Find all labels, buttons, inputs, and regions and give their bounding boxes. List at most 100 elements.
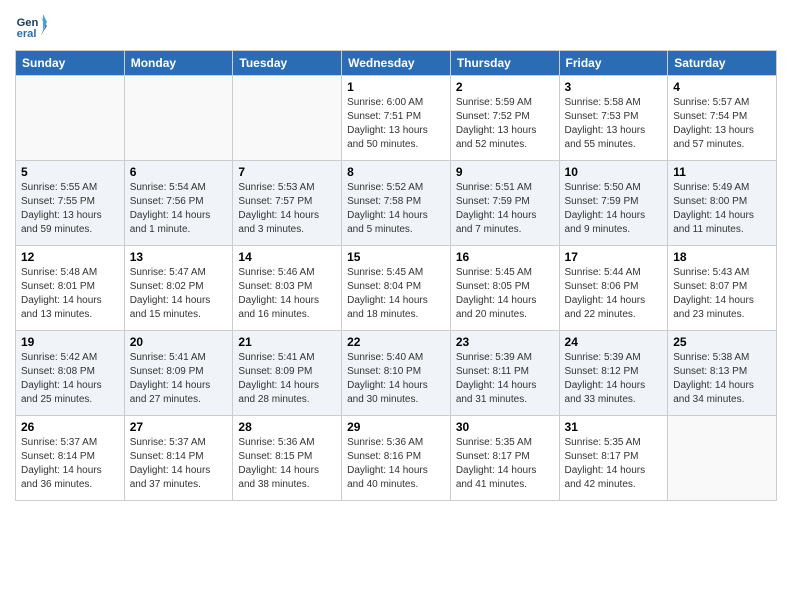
svg-text:Gen: Gen bbox=[17, 17, 39, 29]
calendar-cell bbox=[124, 76, 233, 161]
day-number: 23 bbox=[456, 335, 554, 349]
column-header-tuesday: Tuesday bbox=[233, 51, 342, 76]
day-info: Sunrise: 5:41 AM Sunset: 8:09 PM Dayligh… bbox=[130, 351, 228, 407]
day-info: Sunrise: 5:38 AM Sunset: 8:13 PM Dayligh… bbox=[673, 351, 771, 407]
day-info: Sunrise: 5:36 AM Sunset: 8:16 PM Dayligh… bbox=[347, 436, 445, 492]
calendar-cell: 26Sunrise: 5:37 AM Sunset: 8:14 PM Dayli… bbox=[16, 416, 125, 501]
day-number: 9 bbox=[456, 165, 554, 179]
day-number: 31 bbox=[565, 420, 663, 434]
day-number: 18 bbox=[673, 250, 771, 264]
calendar-cell: 5Sunrise: 5:55 AM Sunset: 7:55 PM Daylig… bbox=[16, 161, 125, 246]
day-number: 29 bbox=[347, 420, 445, 434]
day-info: Sunrise: 5:45 AM Sunset: 8:04 PM Dayligh… bbox=[347, 266, 445, 322]
day-info: Sunrise: 5:35 AM Sunset: 8:17 PM Dayligh… bbox=[456, 436, 554, 492]
calendar-week-2: 5Sunrise: 5:55 AM Sunset: 7:55 PM Daylig… bbox=[16, 161, 777, 246]
calendar-cell: 21 Sunrise: 5:41 AM Sunset: 8:09 PM Dayli… bbox=[233, 331, 342, 416]
calendar-cell: 8 Sunrise: 5:52 AM Sunset: 7:58 PM Daylig… bbox=[342, 161, 451, 246]
day-info: Sunrise: 5:39 AM Sunset: 8:12 PM Dayligh… bbox=[565, 351, 663, 407]
calendar-cell: 29 Sunrise: 5:36 AM Sunset: 8:16 PM Dayli… bbox=[342, 416, 451, 501]
day-info: Sunrise: 5:43 AM Sunset: 8:07 PM Dayligh… bbox=[673, 266, 771, 322]
calendar-cell: 12Sunrise: 5:48 AM Sunset: 8:01 PM Dayli… bbox=[16, 246, 125, 331]
calendar-cell: 2 Sunrise: 5:59 AM Sunset: 7:52 PM Daylig… bbox=[450, 76, 559, 161]
calendar-cell bbox=[233, 76, 342, 161]
day-info: Sunrise: 5:40 AM Sunset: 8:10 PM Dayligh… bbox=[347, 351, 445, 407]
day-number: 5 bbox=[21, 165, 119, 179]
day-number: 25 bbox=[673, 335, 771, 349]
day-number: 16 bbox=[456, 250, 554, 264]
calendar-cell: 10Sunrise: 5:50 AM Sunset: 7:59 PM Dayli… bbox=[559, 161, 668, 246]
calendar-cell: 11Sunrise: 5:49 AM Sunset: 8:00 PM Dayli… bbox=[668, 161, 777, 246]
calendar-cell: 1 Sunrise: 6:00 AM Sunset: 7:51 PM Daylig… bbox=[342, 76, 451, 161]
calendar-cell: 6 Sunrise: 5:54 AM Sunset: 7:56 PM Daylig… bbox=[124, 161, 233, 246]
calendar-cell: 13 Sunrise: 5:47 AM Sunset: 8:02 PM Dayli… bbox=[124, 246, 233, 331]
calendar-cell: 25 Sunrise: 5:38 AM Sunset: 8:13 PM Dayli… bbox=[668, 331, 777, 416]
calendar-cell: 17Sunrise: 5:44 AM Sunset: 8:06 PM Dayli… bbox=[559, 246, 668, 331]
calendar-week-4: 19Sunrise: 5:42 AM Sunset: 8:08 PM Dayli… bbox=[16, 331, 777, 416]
day-number: 1 bbox=[347, 80, 445, 94]
calendar-cell: 7Sunrise: 5:53 AM Sunset: 7:57 PM Daylig… bbox=[233, 161, 342, 246]
day-info: Sunrise: 5:54 AM Sunset: 7:56 PM Dayligh… bbox=[130, 181, 228, 237]
logo-icon: Gen eral bbox=[15, 10, 47, 42]
day-number: 21 bbox=[238, 335, 336, 349]
day-info: Sunrise: 5:57 AM Sunset: 7:54 PM Dayligh… bbox=[673, 96, 771, 152]
day-info: Sunrise: 5:42 AM Sunset: 8:08 PM Dayligh… bbox=[21, 351, 119, 407]
day-info: Sunrise: 5:58 AM Sunset: 7:53 PM Dayligh… bbox=[565, 96, 663, 152]
column-header-wednesday: Wednesday bbox=[342, 51, 451, 76]
calendar-cell: 18 Sunrise: 5:43 AM Sunset: 8:07 PM Dayli… bbox=[668, 246, 777, 331]
column-header-saturday: Saturday bbox=[668, 51, 777, 76]
day-number: 27 bbox=[130, 420, 228, 434]
calendar-week-3: 12Sunrise: 5:48 AM Sunset: 8:01 PM Dayli… bbox=[16, 246, 777, 331]
calendar-cell: 23 Sunrise: 5:39 AM Sunset: 8:11 PM Dayli… bbox=[450, 331, 559, 416]
calendar-cell: 15 Sunrise: 5:45 AM Sunset: 8:04 PM Dayli… bbox=[342, 246, 451, 331]
calendar: SundayMondayTuesdayWednesdayThursdayFrid… bbox=[15, 50, 777, 501]
day-info: Sunrise: 5:37 AM Sunset: 8:14 PM Dayligh… bbox=[21, 436, 119, 492]
day-number: 12 bbox=[21, 250, 119, 264]
day-info: Sunrise: 5:53 AM Sunset: 7:57 PM Dayligh… bbox=[238, 181, 336, 237]
day-number: 30 bbox=[456, 420, 554, 434]
calendar-cell: 31 Sunrise: 5:35 AM Sunset: 8:17 PM Dayli… bbox=[559, 416, 668, 501]
day-number: 11 bbox=[673, 165, 771, 179]
calendar-cell: 30 Sunrise: 5:35 AM Sunset: 8:17 PM Dayli… bbox=[450, 416, 559, 501]
calendar-cell: 4 Sunrise: 5:57 AM Sunset: 7:54 PM Daylig… bbox=[668, 76, 777, 161]
day-info: Sunrise: 5:52 AM Sunset: 7:58 PM Dayligh… bbox=[347, 181, 445, 237]
calendar-cell: 24 Sunrise: 5:39 AM Sunset: 8:12 PM Dayli… bbox=[559, 331, 668, 416]
day-info: Sunrise: 5:46 AM Sunset: 8:03 PM Dayligh… bbox=[238, 266, 336, 322]
day-info: Sunrise: 5:45 AM Sunset: 8:05 PM Dayligh… bbox=[456, 266, 554, 322]
day-number: 4 bbox=[673, 80, 771, 94]
day-number: 13 bbox=[130, 250, 228, 264]
header: Gen eral bbox=[15, 10, 777, 42]
day-number: 3 bbox=[565, 80, 663, 94]
day-number: 15 bbox=[347, 250, 445, 264]
calendar-cell: 27 Sunrise: 5:37 AM Sunset: 8:14 PM Dayli… bbox=[124, 416, 233, 501]
day-info: Sunrise: 5:35 AM Sunset: 8:17 PM Dayligh… bbox=[565, 436, 663, 492]
calendar-cell bbox=[668, 416, 777, 501]
day-number: 8 bbox=[347, 165, 445, 179]
day-info: Sunrise: 5:41 AM Sunset: 8:09 PM Dayligh… bbox=[238, 351, 336, 407]
calendar-cell: 22Sunrise: 5:40 AM Sunset: 8:10 PM Dayli… bbox=[342, 331, 451, 416]
column-header-thursday: Thursday bbox=[450, 51, 559, 76]
calendar-week-1: 1 Sunrise: 6:00 AM Sunset: 7:51 PM Daylig… bbox=[16, 76, 777, 161]
calendar-cell: 16 Sunrise: 5:45 AM Sunset: 8:05 PM Dayli… bbox=[450, 246, 559, 331]
day-number: 2 bbox=[456, 80, 554, 94]
day-info: Sunrise: 6:00 AM Sunset: 7:51 PM Dayligh… bbox=[347, 96, 445, 152]
day-number: 10 bbox=[565, 165, 663, 179]
day-info: Sunrise: 5:59 AM Sunset: 7:52 PM Dayligh… bbox=[456, 96, 554, 152]
day-info: Sunrise: 5:44 AM Sunset: 8:06 PM Dayligh… bbox=[565, 266, 663, 322]
day-number: 20 bbox=[130, 335, 228, 349]
day-info: Sunrise: 5:39 AM Sunset: 8:11 PM Dayligh… bbox=[456, 351, 554, 407]
day-number: 24 bbox=[565, 335, 663, 349]
svg-text:eral: eral bbox=[17, 28, 37, 40]
day-info: Sunrise: 5:47 AM Sunset: 8:02 PM Dayligh… bbox=[130, 266, 228, 322]
calendar-header-row: SundayMondayTuesdayWednesdayThursdayFrid… bbox=[16, 51, 777, 76]
day-info: Sunrise: 5:37 AM Sunset: 8:14 PM Dayligh… bbox=[130, 436, 228, 492]
calendar-cell: 3 Sunrise: 5:58 AM Sunset: 7:53 PM Daylig… bbox=[559, 76, 668, 161]
day-info: Sunrise: 5:36 AM Sunset: 8:15 PM Dayligh… bbox=[238, 436, 336, 492]
calendar-cell bbox=[16, 76, 125, 161]
logo: Gen eral bbox=[15, 10, 51, 42]
column-header-friday: Friday bbox=[559, 51, 668, 76]
day-number: 14 bbox=[238, 250, 336, 264]
calendar-cell: 9Sunrise: 5:51 AM Sunset: 7:59 PM Daylig… bbox=[450, 161, 559, 246]
calendar-cell: 28Sunrise: 5:36 AM Sunset: 8:15 PM Dayli… bbox=[233, 416, 342, 501]
day-number: 6 bbox=[130, 165, 228, 179]
calendar-cell: 20 Sunrise: 5:41 AM Sunset: 8:09 PM Dayli… bbox=[124, 331, 233, 416]
